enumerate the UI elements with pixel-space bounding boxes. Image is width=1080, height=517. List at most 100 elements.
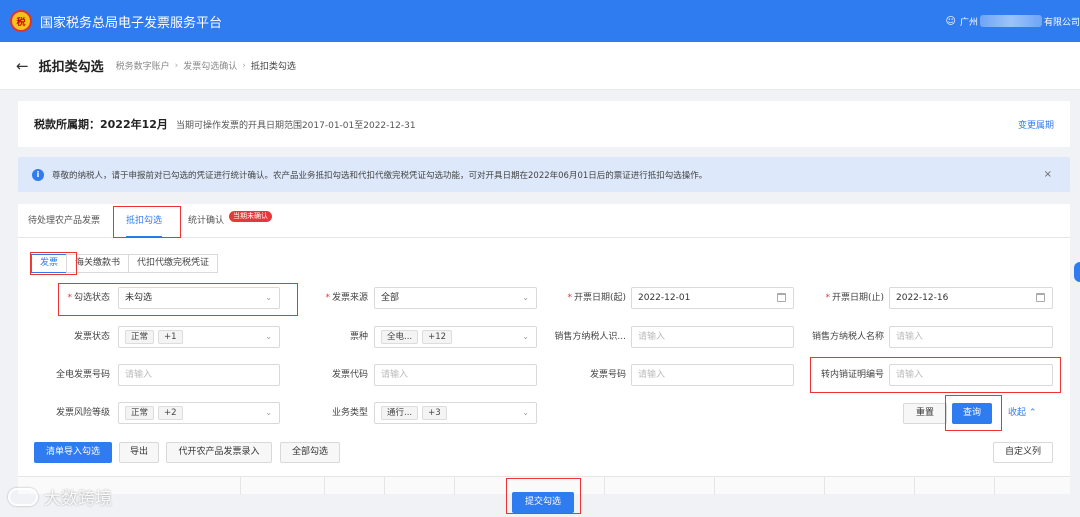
invoice-code-label: 发票代码 — [331, 370, 368, 380]
tag: 正常 — [125, 405, 155, 420]
more-tag: +1 — [158, 329, 183, 344]
select-all-button[interactable]: 全部勾选 — [280, 442, 340, 463]
chevron-down-icon: ⌄ — [522, 332, 529, 341]
invoice-status-multiselect[interactable]: 正常 +1 ⌄ — [118, 326, 280, 348]
tab-bar: 待处理农产品发票 抵扣勾选 统计确认 当期未确认 — [18, 204, 1070, 238]
query-button[interactable]: 查询 — [952, 403, 992, 424]
page-title: 抵扣类勾选 — [38, 60, 104, 75]
risk-level-multiselect[interactable]: 正常 +2 ⌄ — [118, 402, 280, 424]
column-divider — [454, 477, 455, 495]
back-arrow-icon[interactable]: ← — [16, 57, 29, 75]
notice-banner: i 尊敬的纳税人，请于申报前对已勾选的凭证进行统计确认。农产品业务抵扣勾选和代扣… — [18, 157, 1070, 192]
seller-name-label: 销售方纳税人名称 — [811, 332, 884, 342]
column-divider — [994, 477, 995, 495]
risk-level-label: 发票风险等级 — [55, 408, 110, 418]
transfer-cert-label: 转内销证明编号 — [820, 370, 884, 380]
chevron-up-icon: ⌃ — [1028, 408, 1037, 418]
tab-stats-confirm[interactable]: 统计确认 — [188, 204, 224, 238]
tag: 正常 — [125, 329, 155, 344]
source-label: * 发票来源 — [325, 293, 368, 303]
change-period-link[interactable]: 变更属期 — [1018, 118, 1054, 131]
tax-period-label: 税款所属期：2022年12月 — [34, 118, 168, 131]
info-icon: i — [32, 168, 44, 181]
calendar-icon — [1036, 293, 1045, 302]
breadcrumb-bar: ← 抵扣类勾选 税务数字账户 › 发票勾选确认 › 抵扣类勾选 — [0, 42, 1080, 90]
import-select-button[interactable]: 清单导入勾选 — [34, 442, 112, 463]
column-divider — [324, 477, 325, 495]
select-status-label: * 勾选状态 — [67, 293, 110, 303]
select-status-dropdown[interactable]: 未勾选 ⌄ — [118, 287, 280, 309]
chevron-down-icon: ⌄ — [265, 408, 272, 417]
side-float-handle[interactable] — [1074, 262, 1080, 282]
column-divider — [824, 477, 825, 495]
invoice-number-input[interactable]: 请输入 — [631, 364, 794, 386]
chevron-down-icon: ⌄ — [522, 293, 529, 302]
date-start-label: * 开票日期(起) — [567, 293, 626, 303]
subtab-customs[interactable]: 海关缴款书 — [66, 254, 130, 273]
watermark-text: 大数跨境 — [44, 489, 112, 509]
watermark: 大数跨境 — [8, 484, 112, 509]
date-end-picker[interactable]: 2022-12-16 — [889, 287, 1053, 309]
tab-pending-agri[interactable]: 待处理农产品发票 — [28, 204, 100, 238]
chevron-down-icon: ⌄ — [522, 408, 529, 417]
tax-emblem-logo: 税 — [10, 10, 32, 32]
chevron-right-icon: › — [174, 60, 179, 71]
more-tag: +2 — [158, 405, 183, 420]
close-icon[interactable]: × — [1044, 169, 1052, 180]
subtab-invoice[interactable]: 发票 — [31, 254, 68, 273]
sub-tab-bar: 发票 海关缴款书 代扣代缴完税凭证 — [31, 254, 219, 273]
submit-select-button[interactable]: 提交勾选 — [512, 492, 574, 513]
tab-deduct-select[interactable]: 抵扣勾选 — [126, 204, 163, 238]
business-type-label: 业务类型 — [331, 408, 368, 418]
chevron-down-icon: ⌄ — [265, 332, 272, 341]
export-button[interactable]: 导出 — [119, 442, 159, 463]
transfer-cert-input[interactable]: 请输入 — [889, 364, 1053, 386]
column-divider — [604, 477, 605, 495]
full-number-input[interactable]: 请输入 — [118, 364, 280, 386]
date-start-picker[interactable]: 2022-12-01 — [631, 287, 794, 309]
source-dropdown[interactable]: 全部 ⌄ — [374, 287, 537, 309]
full-number-label: 全电发票号码 — [55, 370, 110, 380]
more-tag: +3 — [422, 405, 447, 420]
tag: 通行... — [381, 405, 419, 420]
agri-invoice-entry-button[interactable]: 代开农产品发票录入 — [166, 442, 272, 463]
chevron-down-icon: ⌄ — [265, 293, 272, 302]
column-divider — [240, 477, 241, 495]
reset-button[interactable]: 重置 — [903, 403, 947, 424]
main-card: 待处理农产品发票 抵扣勾选 统计确认 当期未确认 发票 海关缴款书 代扣代缴完税… — [18, 204, 1070, 495]
business-type-multiselect[interactable]: 通行... +3 ⌄ — [374, 402, 537, 424]
column-divider — [714, 477, 715, 495]
collapse-link[interactable]: 收起 ⌃ — [1008, 403, 1036, 424]
seller-name-input[interactable]: 请输入 — [889, 326, 1053, 348]
top-bar: 税 国家税务总局电子发票服务平台 ☺ 广州 有限公司 — [0, 0, 1080, 42]
chevron-right-icon: › — [242, 60, 246, 71]
breadcrumb-item[interactable]: 发票勾选确认 — [183, 59, 237, 72]
breadcrumb-current: 抵扣类勾选 — [250, 62, 296, 72]
subtab-withhold[interactable]: 代扣代缴完税凭证 — [128, 254, 219, 273]
custom-columns-button[interactable]: 自定义列 — [993, 442, 1053, 463]
blurred-username — [979, 15, 1042, 27]
logo-text: 税 — [16, 17, 26, 28]
date-end-label: * 开票日期(止) — [825, 293, 884, 303]
user-name-suffix: 有限公司 — [1043, 17, 1080, 28]
column-divider — [914, 477, 915, 495]
user-icon: ☺ — [945, 15, 956, 27]
tag: 全电... — [381, 329, 419, 344]
tax-period-card: 税款所属期：2022年12月 当期可操作发票的开具日期范围2017-01-01至… — [18, 101, 1070, 147]
column-divider — [384, 477, 385, 495]
user-name-prefix: 广州 — [959, 17, 978, 28]
tax-period-note: 当期可操作发票的开具日期范围2017-01-01至2022-12-31 — [175, 120, 416, 131]
invoice-type-multiselect[interactable]: 全电... +12 ⌄ — [374, 326, 537, 348]
user-menu[interactable]: ☺ 广州 有限公司 — [946, 0, 1080, 42]
status-badge: 当期未确认 — [229, 211, 272, 222]
seller-id-input[interactable]: 请输入 — [631, 326, 794, 348]
breadcrumb-item[interactable]: 税务数字账户 — [116, 59, 170, 72]
app-title: 国家税务总局电子发票服务平台 — [40, 15, 223, 31]
notice-text: 尊敬的纳税人，请于申报前对已勾选的凭证进行统计确认。农产品业务抵扣勾选和代扣代缴… — [52, 170, 708, 181]
calendar-icon — [777, 293, 786, 302]
invoice-code-input[interactable]: 请输入 — [374, 364, 537, 386]
seller-id-label: 销售方纳税人识... — [554, 332, 626, 342]
invoice-type-label: 票种 — [349, 332, 368, 342]
more-tag: +12 — [422, 329, 453, 344]
wechat-icon — [8, 487, 38, 506]
